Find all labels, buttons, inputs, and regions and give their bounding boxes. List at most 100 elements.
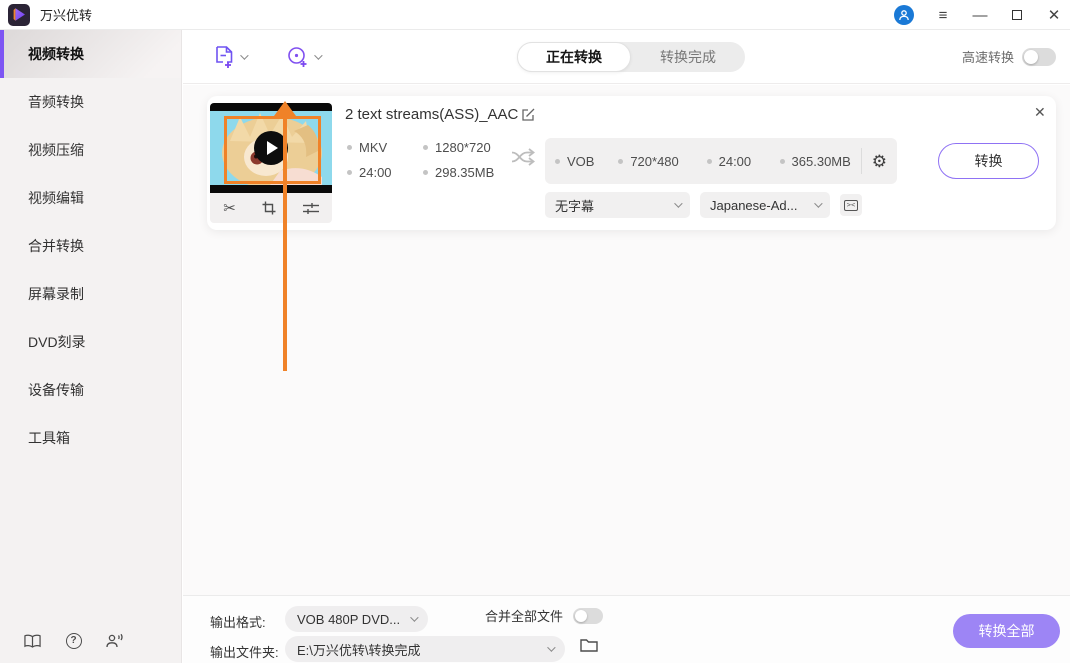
close-button[interactable]: ✕ [1046,7,1062,23]
trim-button[interactable]: ✂ [223,201,236,216]
merge-all-group: 合并全部文件 [485,606,604,625]
settings-gear-button[interactable]: ⚙ [872,153,887,170]
bullet-dot [347,145,352,150]
source-resolution: 1280*720 [423,140,494,155]
fast-convert-toggle[interactable] [1022,47,1056,66]
fast-convert-label: 高速转换 [961,50,1014,65]
tab-label: 转换完成 [660,49,716,65]
fast-convert-group: 高速转换 [962,47,1056,66]
subtitle-edit-button[interactable]: >< [840,194,862,216]
bullet-dot [423,170,428,175]
sidebar-item-label: DVD刻录 [28,334,86,350]
open-folder-button[interactable] [580,637,598,657]
convert-all-button[interactable]: 转换全部 [953,614,1060,648]
account-avatar[interactable] [894,5,914,25]
play-icon [267,141,278,155]
menu-icon[interactable]: ≡ [935,7,951,23]
app-title: 万兴优转 [40,8,93,23]
toggle-knob [575,609,588,622]
target-format: VOB [555,154,618,169]
source-size: 298.35MB [423,165,494,180]
subtitle-select-value: 无字幕 [555,198,595,214]
bullet-dot [779,158,785,164]
target-duration: 24:00 [706,154,780,169]
maximize-icon [1012,10,1022,20]
video-thumbnail[interactable] [210,103,332,193]
minimize-button[interactable]: — [972,7,988,23]
audio-track-select[interactable]: Japanese-Ad... [700,192,830,218]
sidebar-item-label: 视频压缩 [28,142,84,158]
sidebar-item-device-transfer[interactable]: 设备传输 [0,366,181,414]
app-logo-icon [8,3,30,26]
bullet-dot [347,170,352,175]
sidebar-item-label: 工具箱 [28,430,70,446]
sidebar-item-video-compress[interactable]: 视频压缩 [0,126,181,174]
subtitle-box-icon: >< [843,199,859,211]
feedback-icon[interactable] [106,632,123,649]
play-button[interactable] [254,131,288,165]
file-title: 2 text streams(ASS)_AAC [345,106,519,123]
chevron-down-icon [674,199,683,208]
chevron-down-icon [547,643,556,652]
stream-selects: 无字幕 Japanese-Ad... >< [545,192,862,218]
thumbnail-block: ✂ [210,103,332,223]
sidebar-item-video-convert[interactable]: 视频转换 [0,30,181,78]
crop-button[interactable] [262,201,276,215]
output-folder-select[interactable]: E:\万兴优转\转换完成 [285,636,565,662]
edit-pencil-icon [522,108,535,121]
sidebar-item-merge-convert[interactable]: 合并转换 [0,222,181,270]
remove-file-button[interactable]: ✕ [1034,104,1046,121]
sidebar-item-dvd-burn[interactable]: DVD刻录 [0,318,181,366]
sidebar-item-toolbox[interactable]: 工具箱 [0,414,181,462]
toggle-knob [1024,49,1038,64]
sidebar-item-label: 屏幕录制 [28,286,84,302]
thumbnail-toolbar: ✂ [210,193,332,223]
crop-icon [262,201,276,215]
add-dvd-button[interactable] [286,45,323,69]
sidebar: 视频转换 音频转换 视频压缩 视频编辑 合并转换 屏幕录制 DVD刻录 设备传输… [0,30,182,663]
output-format-select[interactable]: VOB 480P DVD... [285,606,428,632]
sidebar-item-video-edit[interactable]: 视频编辑 [0,174,181,222]
sidebar-item-screen-record[interactable]: 屏幕录制 [0,270,181,318]
adjust-sliders-icon [302,202,319,214]
merge-all-label: 合并全部文件 [485,609,564,624]
target-size: 365.30MB [779,154,851,169]
output-folder-value: E:\万兴优转\转换完成 [297,642,421,658]
maximize-button[interactable] [1009,7,1025,23]
sidebar-item-label: 视频编辑 [28,190,84,206]
chevron-down-icon [410,613,419,622]
convert-button[interactable]: 转换 [938,143,1039,179]
tab-finished[interactable]: 转换完成 [631,42,745,72]
bullet-dot [423,145,428,150]
guide-book-icon[interactable] [24,632,41,649]
subtitle-select[interactable]: 无字幕 [545,192,690,218]
source-info: MKV 1280*720 24:00 298.35MB [347,140,494,180]
conversion-list: ✂ 2 text streams(ASS)_AAC MKV 1280*720 2… [183,85,1070,595]
sidebar-item-audio-convert[interactable]: 音频转换 [0,78,181,126]
divider [860,148,862,174]
scissors-icon: ✂ [223,199,236,217]
add-dvd-icon [288,47,307,67]
sidebar-item-label: 视频转换 [28,46,84,62]
add-file-button[interactable] [213,45,249,69]
target-resolution: 720*480 [618,154,706,169]
file-row: ✂ 2 text streams(ASS)_AAC MKV 1280*720 2… [207,96,1056,230]
status-tabs: 正在转换 转换完成 [517,42,745,72]
tab-converting[interactable]: 正在转换 [517,42,631,72]
merge-all-toggle[interactable] [573,607,604,624]
rename-button[interactable] [520,107,536,128]
output-settings-bar: 输出格式: VOB 480P DVD... 合并全部文件 输出文件夹: E:\万… [183,595,1070,663]
output-format-label: 输出格式: [210,615,266,630]
tab-label: 正在转换 [546,49,602,65]
help-icon[interactable]: ? [65,632,82,649]
effects-button[interactable] [302,202,319,215]
source-duration: 24:00 [347,165,423,180]
target-info: VOB 720*480 24:00 365.30MB ⚙ [545,138,897,184]
sidebar-item-label: 音频转换 [28,94,84,110]
output-folder-label: 输出文件夹: [210,645,279,660]
output-format-value: VOB 480P DVD... [297,611,401,627]
chevron-down-icon [814,199,823,208]
sidebar-bottom-icons: ? [24,632,123,649]
sidebar-item-label: 合并转换 [28,238,84,254]
bullet-dot [618,158,624,164]
